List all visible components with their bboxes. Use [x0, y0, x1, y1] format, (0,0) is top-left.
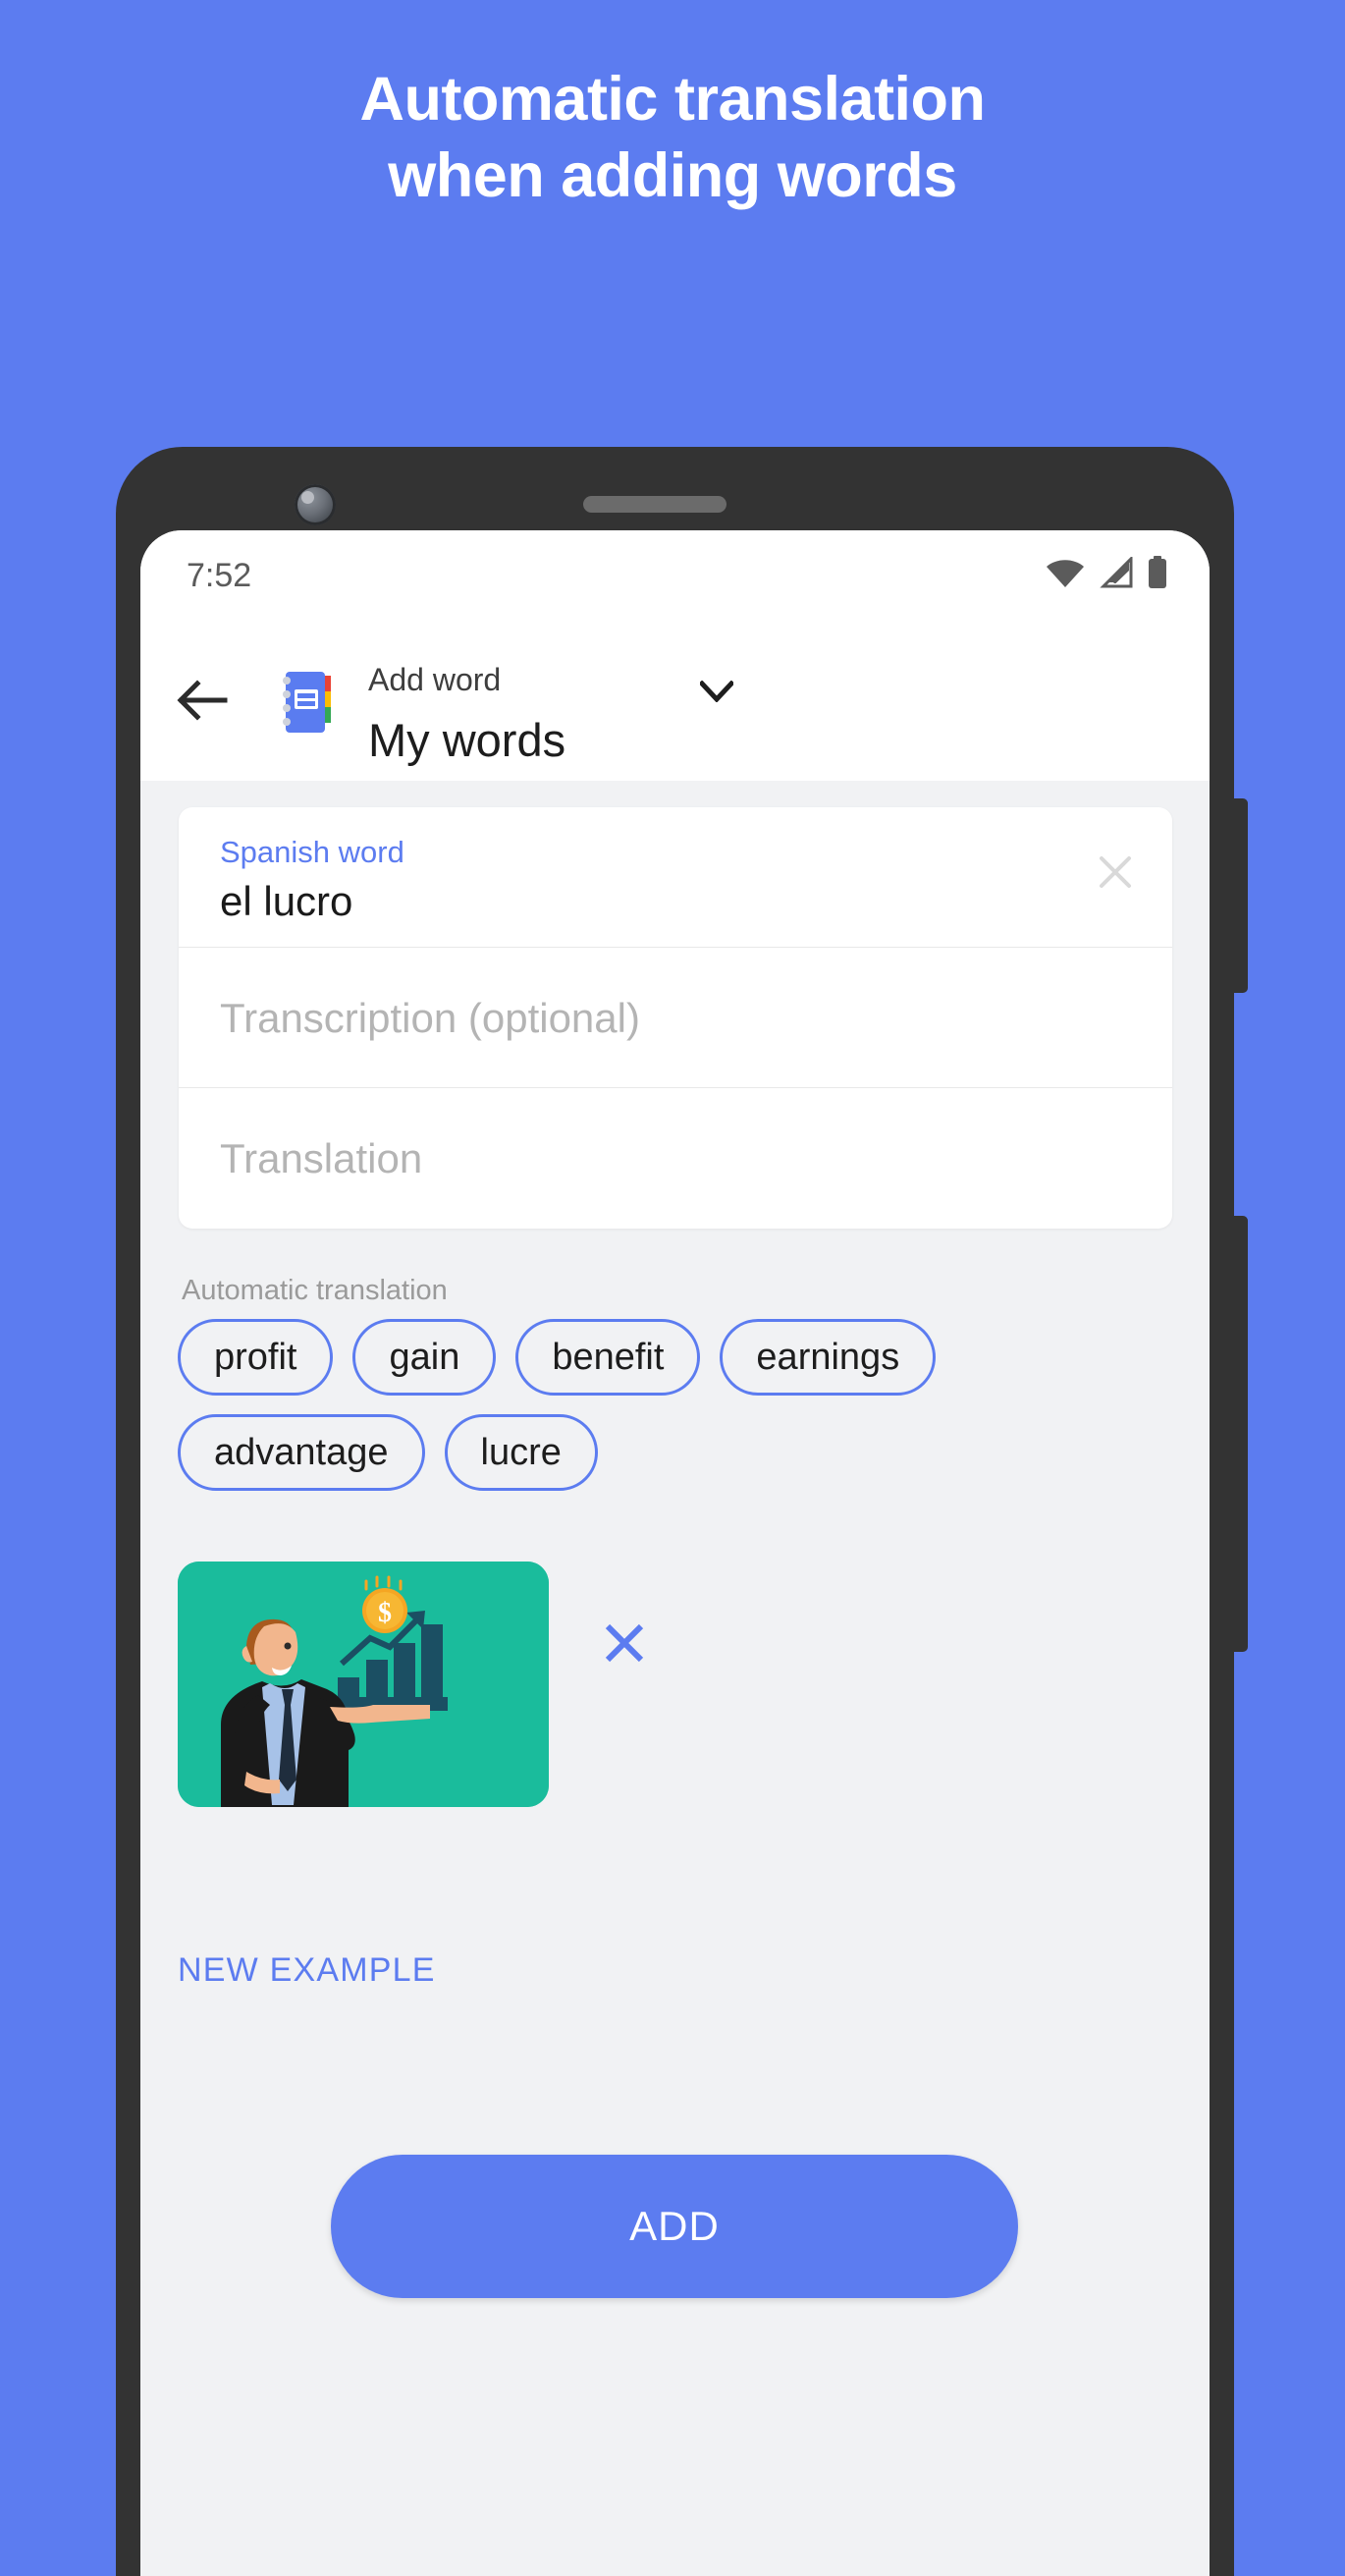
chevron-down-icon[interactable] [698, 680, 735, 703]
front-camera-icon [295, 484, 336, 525]
field-translation[interactable]: Translation [179, 1088, 1172, 1229]
svg-text:$: $ [378, 1598, 392, 1628]
power-button[interactable] [1234, 1216, 1248, 1652]
add-button[interactable]: ADD [331, 2155, 1018, 2298]
page-title: Automatic translation when adding words [359, 65, 986, 211]
remove-example-icon[interactable] [600, 1618, 649, 1668]
screen-content: Spanish word el lucro Transcription (opt… [140, 781, 1210, 2576]
chip-gain[interactable]: gain [352, 1319, 497, 1396]
status-bar: 7:52 [140, 530, 1210, 625]
clear-spanish-word-icon[interactable] [1092, 849, 1139, 896]
phone-screen: 7:52 Add word My words Spanish word el l… [140, 530, 1210, 2576]
notebook-icon [278, 664, 339, 737]
phone-mockup: 7:52 Add word My words Spanish word el l… [116, 447, 1248, 2576]
wifi-icon [1045, 557, 1086, 588]
app-bar-titles[interactable]: Add word My words [368, 644, 565, 763]
app-bar-subtitle: Add word [368, 662, 502, 697]
chip-lucre[interactable]: lucre [444, 1414, 598, 1491]
status-icons [1045, 556, 1168, 589]
chip-profit[interactable]: profit [178, 1319, 334, 1396]
field-value-spanish-word: el lucro [220, 878, 353, 924]
chip-advantage[interactable]: advantage [178, 1414, 425, 1491]
field-placeholder-transcription: Transcription (optional) [220, 995, 640, 1041]
app-bar-title: My words [368, 714, 566, 766]
volume-rocker-button[interactable] [1234, 798, 1248, 993]
field-transcription[interactable]: Transcription (optional) [179, 948, 1172, 1088]
new-example-button[interactable]: NEW EXAMPLE [178, 1951, 436, 1990]
back-arrow-icon[interactable] [174, 672, 231, 729]
example-row: $ [178, 1562, 1179, 1807]
status-time: 7:52 [187, 557, 252, 594]
chip-benefit[interactable]: benefit [515, 1319, 701, 1396]
automatic-translation-label: Automatic translation [182, 1275, 448, 1306]
field-spanish-word[interactable]: Spanish word el lucro [179, 807, 1172, 948]
suggestion-chips: profit gain benefit earnings advantage l… [178, 1319, 1179, 1491]
app-bar: Add word My words [140, 625, 1210, 781]
field-placeholder-translation: Translation [220, 1135, 423, 1181]
signal-icon [1100, 557, 1133, 588]
earpiece-speaker-icon [583, 496, 726, 513]
word-form-card: Spanish word el lucro Transcription (opt… [179, 807, 1172, 1229]
chip-earnings[interactable]: earnings [720, 1319, 937, 1396]
example-image[interactable]: $ [178, 1562, 549, 1807]
field-label-spanish-word: Spanish word [220, 835, 404, 869]
battery-icon [1147, 556, 1168, 589]
